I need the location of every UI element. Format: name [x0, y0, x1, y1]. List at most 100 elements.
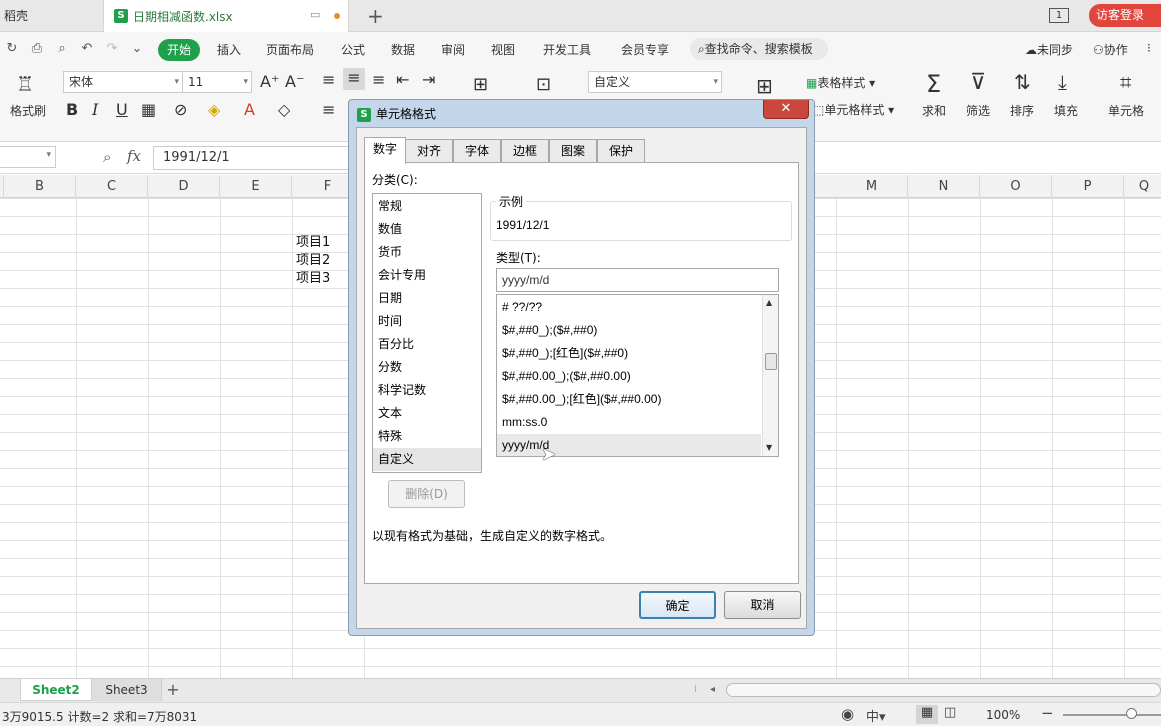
- category-list[interactable]: 常规 数值 货币 会计专用 日期 时间 百分比 分数 科学记数 文本 特殊 自定…: [372, 193, 482, 473]
- sum-icon[interactable]: Σ: [926, 70, 941, 98]
- scroll-left-icon[interactable]: ◂: [710, 684, 715, 695]
- font-color-icon[interactable]: A: [244, 100, 255, 119]
- align-middle-icon[interactable]: ≡: [343, 68, 365, 90]
- list-item[interactable]: 科学记数: [373, 379, 481, 402]
- align-bottom-icon[interactable]: ≡: [372, 70, 385, 89]
- app-tab[interactable]: 稻壳: [0, 0, 102, 32]
- filter-label[interactable]: 筛选: [966, 102, 990, 119]
- indent-increase-icon[interactable]: ⇥: [422, 70, 435, 89]
- fill-color-icon[interactable]: ◈: [208, 100, 220, 119]
- more-icon[interactable]: ⁝: [1147, 41, 1151, 55]
- list-item[interactable]: 日期: [373, 287, 481, 310]
- decrease-font-icon[interactable]: A⁻: [285, 72, 304, 91]
- filter-icon[interactable]: ⊽: [970, 70, 986, 95]
- merge-icon[interactable]: ⊞: [473, 74, 488, 95]
- menu-home[interactable]: 开始: [158, 39, 200, 61]
- column-header-cell[interactable]: P: [1052, 175, 1124, 198]
- menu-review[interactable]: 审阅: [441, 41, 465, 58]
- function-icon[interactable]: fx: [127, 147, 141, 165]
- zoom-icon[interactable]: ⌕: [103, 148, 111, 166]
- align-top-icon[interactable]: ≡: [322, 70, 335, 89]
- list-item[interactable]: 会计专用: [373, 264, 481, 287]
- tab-font[interactable]: 字体: [453, 139, 501, 163]
- ok-button[interactable]: 确定: [639, 591, 716, 619]
- list-item[interactable]: 特殊: [373, 425, 481, 448]
- list-item[interactable]: 百分比: [373, 333, 481, 356]
- clear-format-icon[interactable]: ⊘: [174, 100, 187, 119]
- formula-input[interactable]: 1991/12/1: [153, 146, 353, 170]
- conditional-format-icon[interactable]: ⊞: [756, 74, 773, 98]
- command-search[interactable]: ⌕查找命令、搜索模板: [690, 38, 828, 60]
- sync-status[interactable]: ☁未同步: [1025, 41, 1073, 58]
- italic-icon[interactable]: I: [92, 100, 98, 119]
- zoom-slider[interactable]: [1063, 714, 1161, 716]
- bold-icon[interactable]: B: [66, 100, 78, 119]
- cell-value[interactable]: 项目2: [296, 252, 330, 270]
- fill-label[interactable]: 填充: [1054, 102, 1078, 119]
- splitter-icon[interactable]: ⁞: [694, 684, 697, 695]
- menu-data[interactable]: 数据: [391, 41, 415, 58]
- undo-icon[interactable]: ↶: [79, 41, 95, 57]
- scroll-thumb[interactable]: [765, 353, 777, 370]
- column-header-cell[interactable]: N: [908, 175, 980, 198]
- tab-protection[interactable]: 保护: [597, 139, 645, 163]
- list-item-selected[interactable]: yyyy/m/d: [497, 434, 761, 456]
- underline-icon[interactable]: U: [116, 100, 128, 119]
- menu-member[interactable]: 会员专享: [621, 41, 669, 58]
- cell-icon[interactable]: ⌗: [1120, 70, 1131, 94]
- column-header-cell[interactable]: O: [980, 175, 1052, 198]
- page-view-icon[interactable]: ◫: [944, 705, 956, 720]
- print-icon[interactable]: ⎙: [29, 41, 45, 57]
- column-header-cell[interactable]: E: [220, 175, 292, 198]
- indent-decrease-icon[interactable]: ⇤: [396, 70, 409, 89]
- close-button[interactable]: ✕: [763, 100, 809, 119]
- tab-pattern[interactable]: 图案: [549, 139, 597, 163]
- number-format-select[interactable]: 自定义 ▾: [588, 71, 722, 93]
- delete-button[interactable]: 删除(D): [388, 480, 465, 508]
- column-header-cell[interactable]: M: [836, 175, 908, 198]
- list-item[interactable]: 数值: [373, 218, 481, 241]
- menu-developer[interactable]: 开发工具: [543, 41, 591, 58]
- type-list[interactable]: # ??/?? $#,##0_);($#,##0) $#,##0_);[红色](…: [496, 294, 779, 457]
- page-badge[interactable]: 1: [1049, 8, 1069, 23]
- sum-label[interactable]: 求和: [922, 102, 946, 119]
- list-item[interactable]: $#,##0_);($#,##0): [497, 319, 761, 342]
- scroll-up-icon[interactable]: ▲: [766, 298, 772, 307]
- list-item[interactable]: 常规: [373, 195, 481, 218]
- zoom-out-icon[interactable]: −: [1041, 704, 1054, 722]
- list-item[interactable]: $#,##0_);[红色]($#,##0): [497, 342, 761, 365]
- list-item[interactable]: mm:ss.0: [497, 411, 761, 434]
- cancel-button[interactable]: 取消: [724, 591, 801, 619]
- align-left-icon[interactable]: ≡: [322, 100, 335, 119]
- list-item[interactable]: # ??/??: [497, 296, 761, 319]
- redo-icon[interactable]: ↷: [104, 41, 120, 57]
- font-name-select[interactable]: 宋体 ▾: [63, 71, 183, 93]
- zoom-level[interactable]: 100%: [986, 708, 1020, 722]
- column-header-cell[interactable]: B: [4, 175, 76, 198]
- sheet-tab[interactable]: Sheet3: [92, 679, 162, 701]
- menu-formulas[interactable]: 公式: [341, 41, 365, 58]
- tab-alignment[interactable]: 对齐: [405, 139, 453, 163]
- input-method-icon[interactable]: 中▾: [866, 706, 886, 725]
- format-painter-icon[interactable]: ♖: [16, 72, 34, 96]
- list-item[interactable]: $#,##0.00_);($#,##0.00): [497, 365, 761, 388]
- print-preview-icon[interactable]: ⌕: [54, 41, 70, 57]
- border-icon[interactable]: ▦: [141, 100, 156, 119]
- column-header-cell[interactable]: Q: [1124, 175, 1161, 198]
- scroll-down-icon[interactable]: ▼: [766, 443, 772, 452]
- font-size-select[interactable]: 11 ▾: [182, 71, 252, 93]
- cell-value[interactable]: 项目1: [296, 234, 330, 252]
- list-item[interactable]: 时间: [373, 310, 481, 333]
- menu-page-layout[interactable]: 页面布局: [266, 41, 314, 58]
- sheet-tab[interactable]: Sheet2: [20, 679, 92, 701]
- list-item[interactable]: 文本: [373, 402, 481, 425]
- add-sheet-icon[interactable]: +: [164, 679, 182, 701]
- file-tab[interactable]: S 日期相减函数.xlsx ▭: [103, 0, 349, 32]
- column-header-cell[interactable]: C: [76, 175, 148, 198]
- new-tab-button[interactable]: +: [367, 4, 384, 28]
- horizontal-scrollbar[interactable]: [726, 683, 1161, 697]
- name-box[interactable]: ▾: [0, 146, 56, 168]
- menu-insert[interactable]: 插入: [217, 41, 241, 58]
- zoom-slider-thumb[interactable]: [1126, 708, 1137, 719]
- eraser-icon[interactable]: ◇: [278, 100, 290, 119]
